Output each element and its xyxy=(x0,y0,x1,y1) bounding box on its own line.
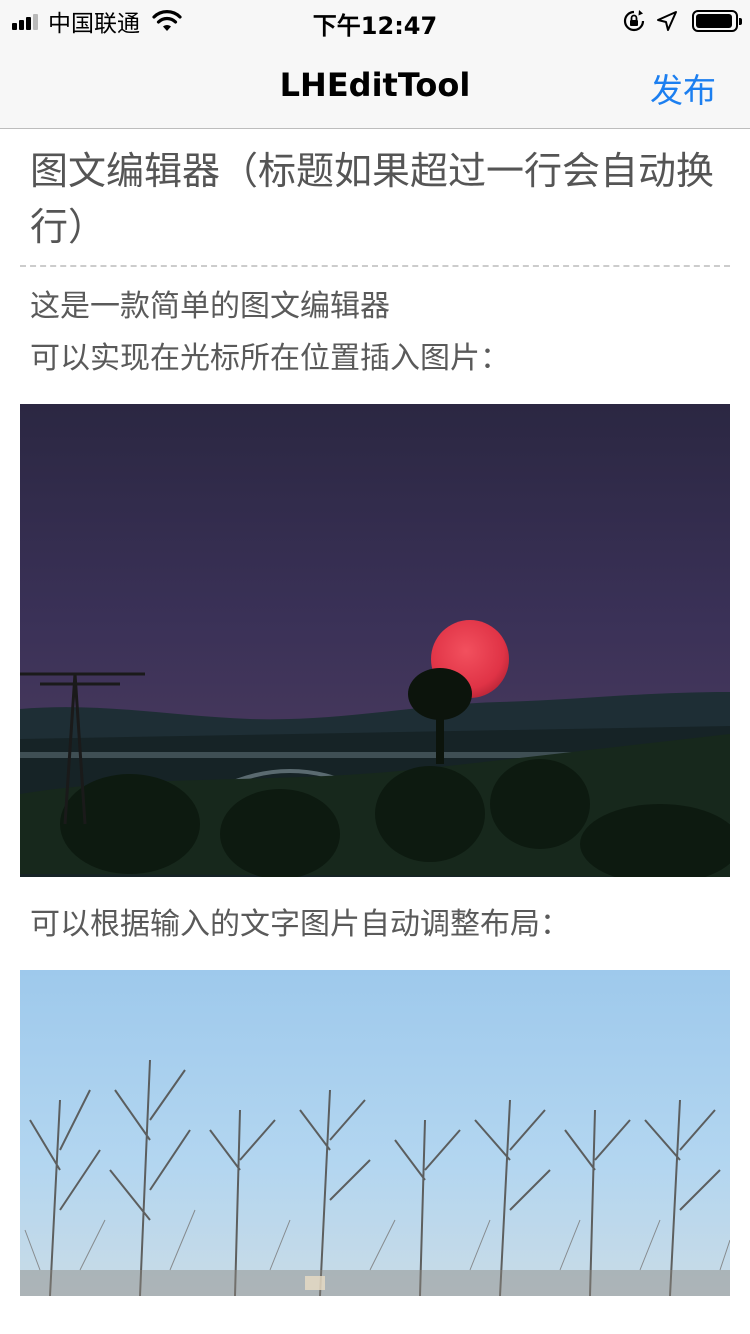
title-input[interactable]: 图文编辑器（标题如果超过一行会自动换行） xyxy=(30,143,730,255)
location-arrow-icon xyxy=(657,11,677,31)
moon-landscape-photo xyxy=(20,404,730,877)
inserted-image-trees[interactable] xyxy=(20,970,730,1296)
inserted-image-moon[interactable] xyxy=(20,404,730,877)
publish-button[interactable]: 发布 xyxy=(650,64,716,112)
navigation-bar: LHEditTool 发布 xyxy=(0,40,750,129)
battery-icon xyxy=(692,10,742,32)
body-text-paragraph-1[interactable]: 这是一款简单的图文编辑器 可以实现在光标所在位置插入图片： xyxy=(30,281,730,385)
orientation-lock-icon xyxy=(623,10,645,32)
body-text-paragraph-2[interactable]: 可以根据输入的文字图片自动调整布局： xyxy=(30,899,730,951)
editor-area[interactable]: 图文编辑器（标题如果超过一行会自动换行） 这是一款简单的图文编辑器 可以实现在光… xyxy=(0,129,750,1334)
nav-title: LHEditTool xyxy=(279,66,471,104)
battery-fill xyxy=(696,14,732,28)
status-bar: 中国联通 下午12:47 xyxy=(0,0,750,40)
winter-trees-photo xyxy=(20,970,730,1296)
status-right xyxy=(612,6,742,36)
battery-cap xyxy=(739,18,742,25)
title-divider xyxy=(20,265,730,267)
